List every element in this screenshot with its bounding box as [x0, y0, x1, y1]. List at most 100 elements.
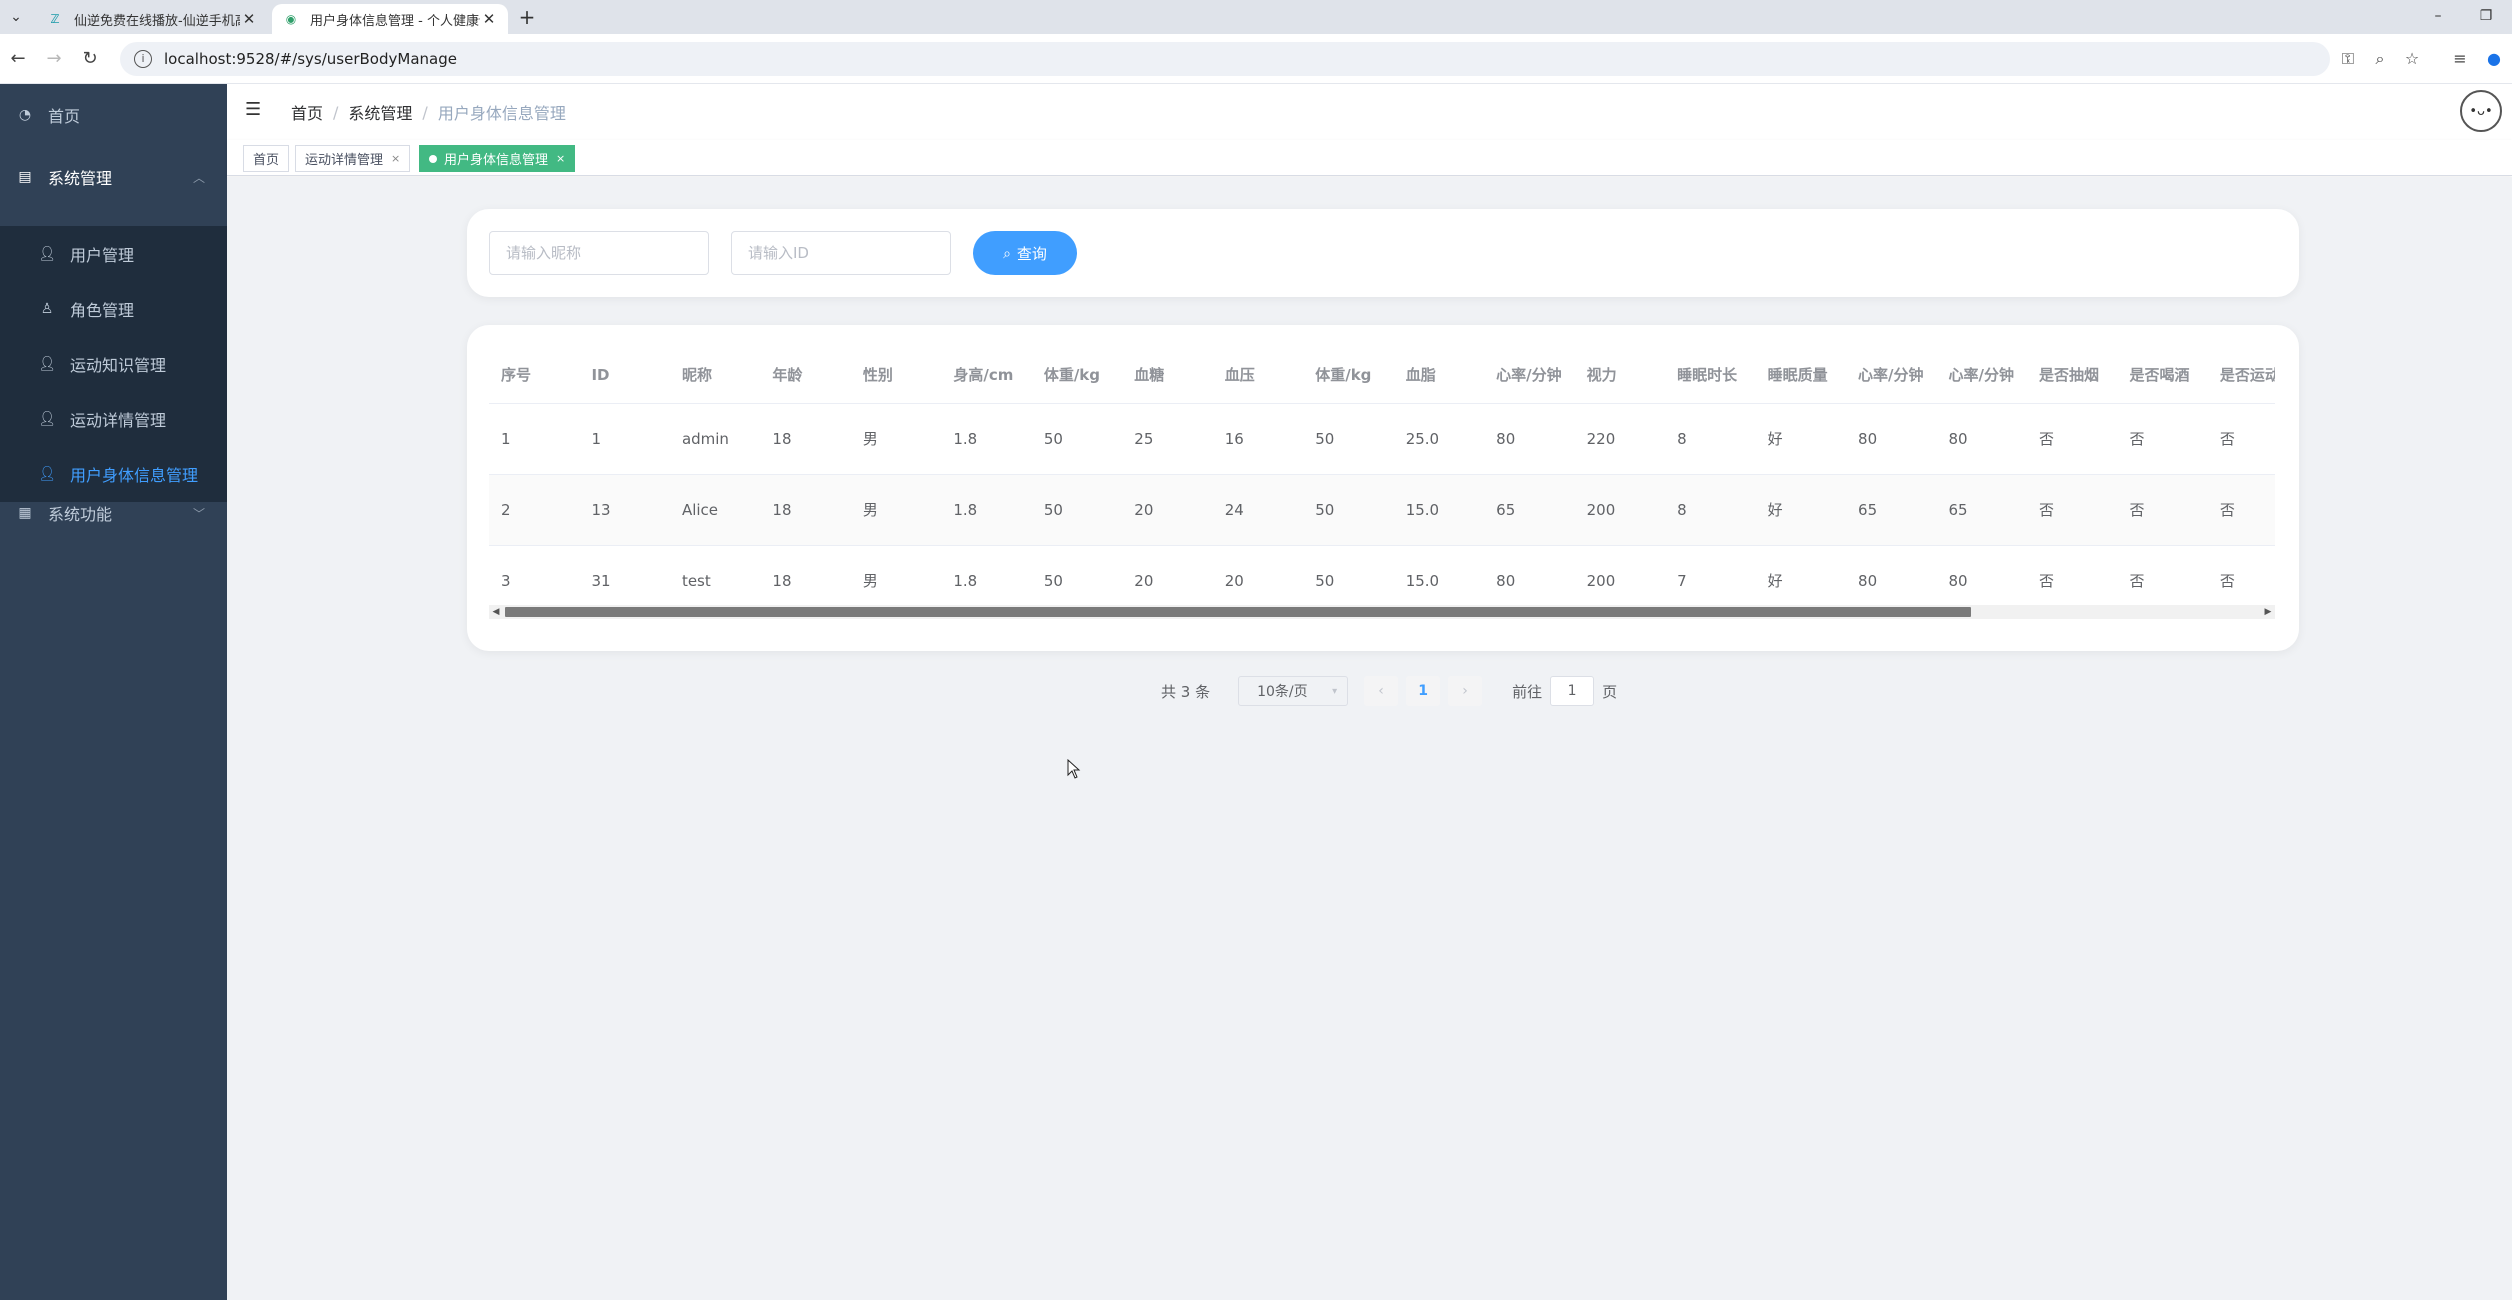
- restore-icon[interactable]: ❐: [2476, 6, 2496, 26]
- page-suffix-label: 页: [1602, 682, 1618, 701]
- tab-list-chevron-icon[interactable]: ⌄: [6, 7, 26, 27]
- pagination-total: 共 3 条: [1161, 682, 1211, 701]
- table-cell: 80: [1846, 403, 1937, 475]
- column-header: 血脂: [1393, 347, 1485, 404]
- sidebar-item-system-manage[interactable]: ▤ 系统管理 ︿: [0, 146, 227, 208]
- browser-tab-title: 用户身体信息管理 - 个人健康饮: [310, 13, 480, 29]
- table-scroll-area[interactable]: 序号 ID 昵称 年龄 性别 身高/cm 体重/kg 血糖 血压 体重/kg 血脂 心率/分钟 视力 睡眠…: [489, 347, 2275, 617]
- table-cell: 13: [579, 474, 670, 546]
- nickname-search-input[interactable]: [489, 231, 709, 275]
- column-header: 是否抽烟: [2026, 347, 2118, 404]
- site-info-icon[interactable]: i: [134, 50, 152, 68]
- pagination: 共 3 条 10条/页 ▾ ‹ 1 › 前往 页: [1161, 675, 1617, 707]
- sidebar-item-label: 首页: [48, 107, 81, 126]
- table-row[interactable]: 11admin18男1.85025165025.0802208好8080否否否蔬: [489, 403, 2275, 475]
- tag-user-body-info[interactable]: 用户身体信息管理 ×: [419, 145, 576, 172]
- table-cell: 否: [2117, 403, 2208, 475]
- column-header: ID: [579, 347, 670, 404]
- table-row[interactable]: 2 13 Alice 18 男 1.8 50 20 24 50 15.0 65 200 8 好 65 65 否否否…: [489, 474, 2275, 546]
- page-number-button[interactable]: 1: [1406, 676, 1441, 706]
- table-cell: 8: [1665, 403, 1756, 475]
- sidebar-item-exercise-detail[interactable]: 👤︎ 运动详情管理: [0, 391, 227, 446]
- new-tab-plus-icon[interactable]: +: [516, 6, 538, 28]
- close-tab-icon[interactable]: ✕: [480, 10, 498, 28]
- tag-label: 首页: [253, 153, 280, 168]
- tag-exercise-detail[interactable]: 运动详情管理 ×: [295, 145, 411, 172]
- goto-page-input[interactable]: [1550, 676, 1595, 706]
- close-tab-icon[interactable]: ✕: [240, 10, 258, 28]
- close-tag-icon[interactable]: ×: [556, 152, 565, 165]
- prev-page-button[interactable]: ‹: [1364, 676, 1399, 706]
- password-key-icon[interactable]: ⚿: [2336, 47, 2360, 71]
- sidebar: ◔ 首页 ▤ 系统管理 ︿ 👤︎ 用户管理 ♙ 角色管理 👤︎ 运动知识管理 👤…: [0, 84, 227, 1300]
- tag-home[interactable]: 首页: [243, 145, 290, 172]
- goto-label: 前往: [1512, 682, 1543, 701]
- breadcrumb-home[interactable]: 首页: [291, 100, 323, 124]
- zoom-icon[interactable]: ⌕: [2368, 47, 2392, 71]
- scroll-left-arrow-icon[interactable]: ◀: [489, 605, 503, 619]
- table-cell: 1.8: [941, 403, 1032, 475]
- column-header: 血糖: [1122, 347, 1213, 404]
- user-icon: 👤︎: [38, 355, 56, 372]
- sidebar-item-home[interactable]: ◔ 首页: [0, 84, 227, 146]
- horizontal-scrollbar[interactable]: ◀ ▶: [489, 605, 2275, 619]
- sidebar-item-exercise-knowledge[interactable]: 👤︎ 运动知识管理: [0, 336, 227, 391]
- breadcrumb-separator: /: [333, 102, 339, 122]
- dashboard-icon: ◔: [18, 107, 32, 123]
- id-search-input[interactable]: [731, 231, 951, 275]
- table-cell: 20: [1122, 474, 1213, 546]
- reading-list-icon[interactable]: ≡: [2448, 47, 2472, 71]
- next-page-button[interactable]: ›: [1448, 676, 1483, 706]
- table-cell: 80: [1936, 403, 2027, 475]
- sidebar-item-label: 运动知识管理: [70, 355, 167, 375]
- url-field[interactable]: i localhost:9528/#/sys/userBodyManage: [120, 42, 2330, 76]
- table-cell: 男: [850, 474, 942, 546]
- back-arrow-icon[interactable]: ←: [6, 47, 30, 71]
- minimize-icon[interactable]: –: [2428, 6, 2448, 26]
- hamburger-menu-icon[interactable]: ☰: [245, 100, 265, 120]
- profile-icon[interactable]: ●: [2482, 47, 2506, 71]
- browser-tab-video[interactable]: ℤ 仙逆免费在线播放-仙逆手机高清 ✕: [36, 4, 268, 34]
- query-button[interactable]: ⌕ 查询: [973, 231, 1077, 275]
- column-header: 体重/kg: [1031, 347, 1123, 404]
- column-header: 睡眠质量: [1755, 347, 1847, 404]
- table-cell: 65: [1846, 474, 1937, 546]
- table-cell: 200: [1574, 474, 1666, 546]
- table-cell: 50: [1303, 403, 1394, 475]
- sidebar-item-role-manage[interactable]: ♙ 角色管理: [0, 281, 227, 336]
- main-content: ⌕ 查询 序号ID昵称年龄性别身高/cm体重/kg血糖血压体重/kg血脂心率/分…: [227, 177, 2512, 1300]
- column-header: 性别: [850, 347, 942, 404]
- chevron-down-icon: ﹀: [192, 506, 205, 521]
- sidebar-item-user-manage[interactable]: 👤︎ 用户管理: [0, 226, 227, 281]
- sidebar-item-system-function[interactable]: ▦ 系统功能 ﹀: [0, 482, 227, 544]
- chevron-right-icon: ›: [1462, 683, 1468, 699]
- table-cell: 2: [489, 474, 580, 546]
- column-header: 身高/cm: [941, 347, 1032, 404]
- page-size-select[interactable]: 10条/页 ▾: [1238, 676, 1349, 706]
- sidebar-item-label: 运动详情管理: [70, 410, 167, 430]
- system-manage-submenu: 👤︎ 用户管理 ♙ 角色管理 👤︎ 运动知识管理 👤︎ 运动详情管理 👤︎ 用户…: [0, 226, 227, 502]
- browser-tab-active[interactable]: ◉ 用户身体信息管理 - 个人健康饮 ✕: [272, 4, 508, 34]
- browser-address-bar: ← → ↻ i localhost:9528/#/sys/userBodyMan…: [0, 34, 2512, 84]
- column-header: 序号: [489, 347, 580, 404]
- table-cell: 18: [760, 474, 851, 546]
- reload-icon[interactable]: ↻: [78, 47, 102, 71]
- table-cell: 1: [579, 403, 670, 475]
- breadcrumb-system-manage[interactable]: 系统管理: [348, 100, 412, 124]
- bookmark-star-icon[interactable]: ☆: [2400, 47, 2424, 71]
- table-cell: admin: [669, 403, 761, 475]
- scrollbar-thumb[interactable]: [505, 607, 1971, 617]
- user-body-table: 序号 ID 昵称 年龄 性别 身高/cm 体重/kg 血糖 血压 体重/kg 血脂 心率/分钟 视力 睡眠…: [489, 347, 2275, 617]
- table-cell: 1: [489, 403, 580, 475]
- scroll-right-arrow-icon[interactable]: ▶: [2261, 605, 2275, 619]
- avatar[interactable]: •ᴗ•: [2460, 90, 2502, 132]
- table-cell: 25: [1122, 403, 1213, 475]
- table-cell: 8: [1665, 474, 1756, 546]
- forward-arrow-icon[interactable]: →: [42, 47, 66, 71]
- table-cell: 否: [2026, 403, 2118, 475]
- column-header: 体重/kg: [1303, 347, 1394, 404]
- user-icon: 👤︎: [38, 410, 56, 427]
- close-tag-icon[interactable]: ×: [391, 152, 400, 165]
- app-icon: ◉: [285, 12, 297, 26]
- search-icon: ⌕: [1003, 244, 1011, 261]
